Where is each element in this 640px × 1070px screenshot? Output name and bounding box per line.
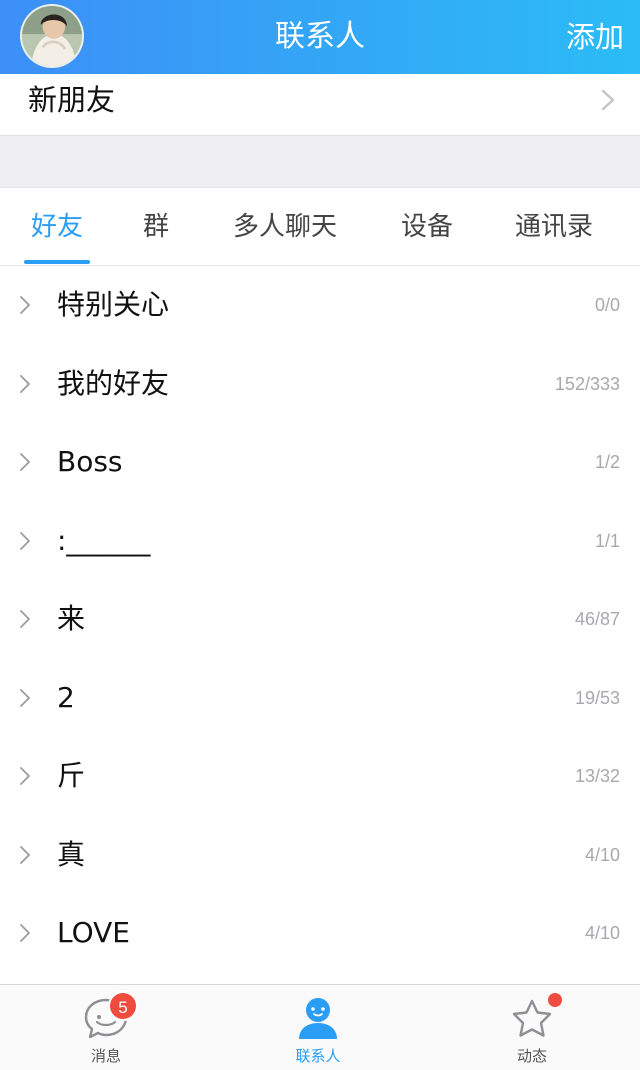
group-count: 0/0	[594, 295, 620, 315]
bottom-tab-bar: 5 消息 联系人 动态	[0, 984, 640, 1070]
chevron-right-icon	[601, 89, 615, 111]
person-icon	[299, 998, 337, 1039]
chevron-right-icon	[20, 610, 30, 628]
list-item[interactable]: 我的好友 152/333	[0, 345, 640, 424]
tab-moments-label: 动态	[516, 1047, 547, 1065]
chevron-right-icon	[20, 453, 30, 471]
header-bar: 联系人 添加	[0, 0, 640, 74]
chevron-right-icon	[20, 767, 30, 785]
tab-devices[interactable]: 设备	[390, 188, 464, 266]
tab-friends[interactable]: 好友	[20, 188, 94, 266]
unread-badge: 5	[108, 991, 138, 1021]
list-item[interactable]: :______ 1/1	[0, 502, 640, 581]
add-button[interactable]: 添加	[566, 0, 624, 74]
tab-moments[interactable]: 动态	[472, 985, 592, 1070]
friend-group-list: 特别关心 0/0 我的好友 152/333 Boss 1/2 :______ 1…	[0, 266, 640, 984]
avatar-image	[22, 6, 82, 66]
notification-dot	[548, 993, 562, 1007]
group-count: 4/10	[584, 923, 620, 943]
group-name: 来	[57, 602, 86, 635]
new-friends-label: 新朋友	[28, 83, 116, 117]
group-name: :______	[57, 523, 151, 557]
group-name: 真	[57, 837, 86, 871]
chevron-right-icon	[20, 531, 30, 550]
group-count: 13/32	[574, 766, 620, 786]
list-item[interactable]: Boss 1/2	[0, 423, 640, 502]
chevron-right-icon	[20, 688, 30, 707]
list-item[interactable]: 2 19/53	[0, 659, 640, 738]
group-count: 1/1	[594, 530, 620, 551]
tab-messages-label: 消息	[90, 1047, 121, 1065]
group-name: Boss	[57, 445, 123, 478]
list-item[interactable]: LOVE 4/10	[0, 894, 640, 973]
group-count: 1/2	[594, 452, 620, 472]
group-name: 斤	[57, 759, 86, 792]
new-friends-row[interactable]: 新朋友	[0, 74, 640, 136]
group-name: 2	[57, 680, 75, 714]
tab-contacts[interactable]: 联系人	[258, 985, 378, 1070]
group-count: 19/53	[574, 687, 620, 708]
active-tab-indicator	[24, 260, 90, 264]
chevron-right-icon	[20, 924, 30, 942]
tab-contacts-label: 联系人	[295, 1047, 341, 1065]
list-item[interactable]: 斤 13/32	[0, 737, 640, 816]
tab-multi-chat[interactable]: 多人聊天	[222, 188, 348, 266]
group-name: LOVE	[57, 916, 130, 949]
group-count: 4/10	[584, 844, 620, 865]
chevron-right-icon	[20, 374, 30, 393]
section-separator	[0, 136, 640, 188]
list-item[interactable]: 特别关心 0/0	[0, 266, 640, 345]
avatar[interactable]	[20, 4, 84, 68]
chevron-right-icon	[20, 296, 30, 314]
contact-tabs: 好友 群 多人聊天 设备 通讯录	[0, 188, 640, 266]
chevron-right-icon	[20, 845, 30, 864]
page-title: 联系人	[275, 19, 365, 54]
group-name: 我的好友	[57, 366, 170, 400]
group-count: 152/333	[554, 373, 620, 394]
list-item[interactable]: 真 4/10	[0, 816, 640, 895]
list-item[interactable]: 来 46/87	[0, 580, 640, 659]
group-name: 特别关心	[57, 288, 170, 321]
group-count: 46/87	[574, 609, 620, 629]
tab-address-book[interactable]: 通讯录	[504, 188, 604, 266]
tab-groups[interactable]: 群	[128, 188, 184, 266]
tab-messages[interactable]: 5 消息	[46, 985, 166, 1070]
